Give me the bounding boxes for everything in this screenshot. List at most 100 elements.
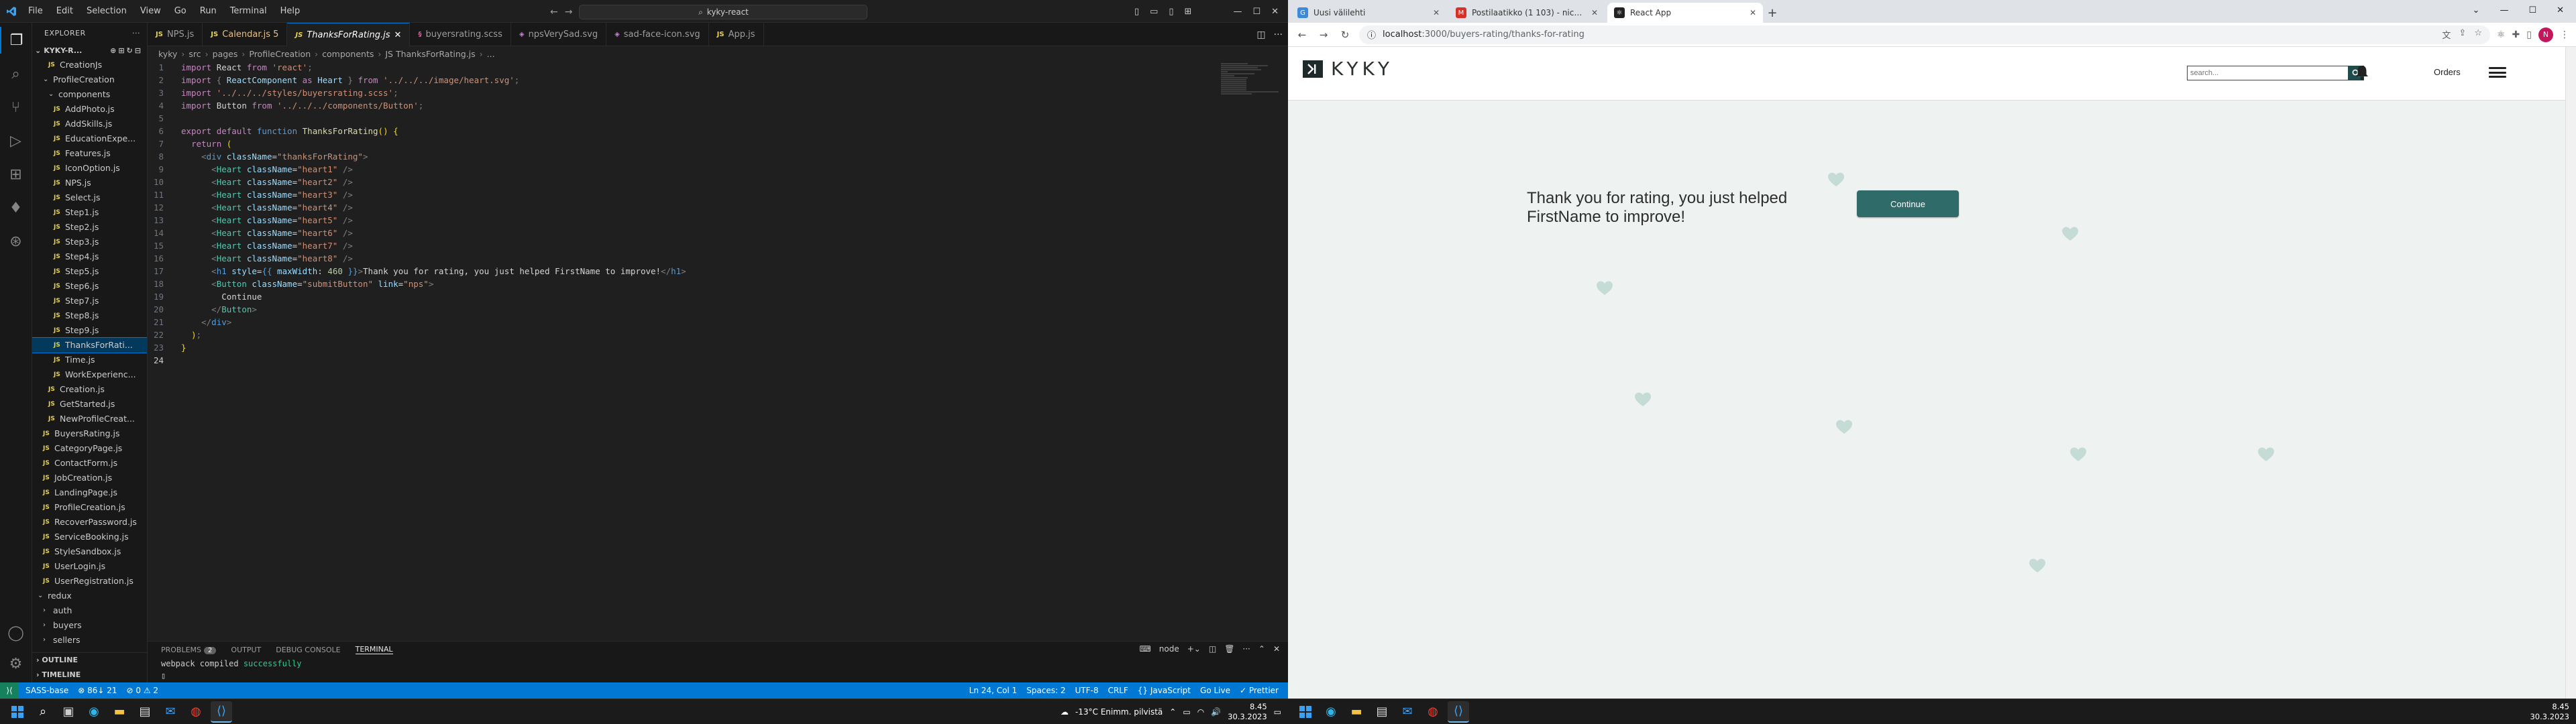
clock[interactable]: 8.45 30.3.2023 bbox=[1228, 702, 1267, 722]
nav-back-icon[interactable]: ← bbox=[550, 7, 558, 17]
close-tab-icon[interactable]: ✕ bbox=[1591, 8, 1598, 17]
minimize-icon[interactable]: — bbox=[2500, 5, 2508, 15]
tree-file[interactable]: JS BuyersRating.js bbox=[32, 426, 147, 441]
status-item[interactable]: CRLF bbox=[1108, 686, 1128, 695]
edge-icon[interactable]: ◉ bbox=[1320, 701, 1342, 723]
tree-file[interactable]: JS GetStarted.js bbox=[32, 397, 147, 412]
command-center[interactable]: ⌕ kyky-react bbox=[579, 5, 868, 19]
vscode-taskbar-icon[interactable]: ⟨⟩ bbox=[211, 701, 232, 723]
live-share-icon[interactable]: ⊛ bbox=[0, 228, 32, 255]
menu-item-view[interactable]: View bbox=[135, 0, 166, 23]
breadcrumb-item[interactable]: ProfileCreation bbox=[249, 49, 311, 59]
browser-tab[interactable]: M Postilaatikko (1 103) - nicholas.m... ✕ bbox=[1449, 3, 1605, 23]
bookmark-star-icon[interactable]: ☆ bbox=[2474, 28, 2482, 41]
tree-file[interactable]: JS Step7.js bbox=[32, 294, 147, 308]
code-editor[interactable]: 1 import React from 'react'; 2 import { Rea… bbox=[148, 61, 1288, 365]
source-control-icon[interactable]: ⑂ bbox=[0, 94, 32, 121]
kyky-logo[interactable]: KYKY bbox=[1303, 58, 1393, 80]
more-actions-icon[interactable]: ··· bbox=[132, 29, 140, 38]
menu-item-selection[interactable]: Selection bbox=[81, 0, 132, 23]
tab-search-icon[interactable]: ⌄ bbox=[2473, 5, 2480, 15]
editor-tab[interactable]: JS App.js bbox=[709, 23, 764, 46]
browser-tab[interactable]: G Uusi välilehti ✕ bbox=[1291, 3, 1446, 23]
tree-file[interactable]: JS NPS.js bbox=[32, 176, 147, 190]
nav-forward-icon[interactable]: → bbox=[565, 7, 573, 17]
wifi-icon[interactable]: ◠ bbox=[1197, 707, 1204, 717]
bell-icon[interactable] bbox=[2355, 64, 2369, 80]
minimap[interactable] bbox=[1221, 63, 1279, 102]
tree-file[interactable]: JS Select.js bbox=[32, 190, 147, 205]
tree-file[interactable]: JS Step9.js bbox=[32, 323, 147, 338]
breadcrumb-item[interactable]: JS ThanksForRating.js bbox=[385, 49, 475, 59]
status-item[interactable]: SASS-base bbox=[25, 686, 68, 695]
extensions-puzzle-icon[interactable]: ✚ bbox=[2512, 29, 2520, 40]
minimize-icon[interactable]: — bbox=[1233, 7, 1242, 17]
continue-button[interactable]: Continue bbox=[1857, 190, 1959, 217]
status-item[interactable]: UTF-8 bbox=[1075, 686, 1098, 695]
tree-file[interactable]: JS ThanksForRati... bbox=[32, 337, 147, 353]
status-item[interactable]: Go Live bbox=[1200, 686, 1230, 695]
tree-file[interactable]: JS RecoverPassword.js bbox=[32, 515, 147, 530]
search-input[interactable] bbox=[2187, 66, 2348, 80]
project-root[interactable]: ⌄ KYKY-R... ⊕⊞↻⊟ bbox=[32, 43, 147, 58]
side-panel-icon[interactable]: ▯ bbox=[2526, 29, 2532, 40]
menu-item-edit[interactable]: Edit bbox=[51, 0, 78, 23]
tree-file[interactable]: JS AddPhoto.js bbox=[32, 102, 147, 117]
tree-folder[interactable]: › auth bbox=[32, 603, 147, 618]
file-explorer-icon[interactable]: ▬ bbox=[109, 701, 130, 723]
menu-item-file[interactable]: File bbox=[23, 0, 48, 23]
search-icon[interactable]: ⌕ bbox=[32, 701, 54, 723]
tree-file[interactable]: JS WorkExperienc... bbox=[32, 367, 147, 382]
account-icon[interactable]: ◯ bbox=[0, 619, 32, 646]
editor-tab[interactable]: § buyersrating.scss bbox=[410, 23, 511, 46]
tree-file[interactable]: JS Step3.js bbox=[32, 235, 147, 249]
tree-file[interactable]: JS JobCreation.js bbox=[32, 471, 147, 485]
share-icon[interactable]: ⇪ bbox=[2459, 28, 2466, 41]
editor-tab[interactable]: JS Calendar.js 5 bbox=[203, 23, 288, 46]
close-tab-icon[interactable]: ✕ bbox=[1433, 8, 1440, 17]
tree-folder[interactable]: › sellers bbox=[32, 633, 147, 648]
status-item[interactable]: Ln 24, Col 1 bbox=[969, 686, 1018, 695]
windows-start-icon[interactable] bbox=[1295, 701, 1316, 723]
clock[interactable]: 8.45 30.3.2023 bbox=[2530, 702, 2569, 722]
tree-file[interactable]: JS Features.js bbox=[32, 146, 147, 161]
tree-folder[interactable]: ⌄ components bbox=[32, 87, 147, 102]
layout-panel-icon[interactable]: ▭ bbox=[1150, 7, 1158, 17]
tree-folder[interactable]: ⌄ redux bbox=[32, 589, 147, 603]
split-terminal-icon[interactable]: ◫ bbox=[1209, 644, 1216, 654]
browser-menu-icon[interactable]: ⋮ bbox=[2560, 29, 2569, 40]
more-actions-icon[interactable]: ··· bbox=[1274, 29, 1283, 40]
status-item[interactable]: ⊗ 86↓ 21 bbox=[78, 686, 117, 695]
maximize-icon[interactable]: ☐ bbox=[1252, 7, 1260, 17]
tree-file[interactable]: JS EducationExpe... bbox=[32, 131, 147, 146]
forward-icon[interactable]: → bbox=[1316, 27, 1331, 42]
store-icon[interactable]: ▤ bbox=[1371, 701, 1393, 723]
tree-file[interactable]: JS ProfileCreation.js bbox=[32, 500, 147, 515]
tree-file[interactable]: JS UserLogin.js bbox=[32, 559, 147, 574]
breadcrumb-item[interactable]: src bbox=[189, 49, 201, 59]
profile-avatar[interactable]: N bbox=[2538, 27, 2553, 42]
volume-icon[interactable]: 🔊 bbox=[1211, 707, 1221, 717]
terminal-output[interactable]: webpack compiled successfully ▯ bbox=[148, 658, 1288, 682]
new-tab-icon[interactable]: + bbox=[1763, 3, 1782, 23]
tree-file[interactable]: JS Step5.js bbox=[32, 264, 147, 279]
breadcrumb-item[interactable]: ... bbox=[487, 49, 495, 59]
editor-tab[interactable]: JS NPS.js bbox=[148, 23, 203, 46]
close-icon[interactable]: ✕ bbox=[2557, 5, 2564, 15]
tree-file[interactable]: JS CreationJs bbox=[32, 58, 147, 72]
panel-tab-output[interactable]: OUTPUT bbox=[231, 646, 261, 654]
panel-tab-problems[interactable]: PROBLEMS 2 bbox=[161, 646, 217, 654]
close-panel-icon[interactable]: ✕ bbox=[1273, 644, 1280, 654]
tree-file[interactable]: JS NewProfileCreat... bbox=[32, 412, 147, 426]
vscode-taskbar-icon[interactable]: ⟨⟩ bbox=[1448, 701, 1469, 723]
remote-icon[interactable]: ⟩⟨ bbox=[0, 682, 19, 699]
back-icon[interactable]: ← bbox=[1295, 27, 1309, 42]
tree-file[interactable]: JS Step8.js bbox=[32, 308, 147, 323]
more-actions-icon[interactable]: ··· bbox=[1242, 644, 1250, 654]
close-icon[interactable]: ✕ bbox=[394, 30, 402, 40]
close-icon[interactable]: ✕ bbox=[1271, 7, 1279, 17]
tree-file[interactable]: JS Time.js bbox=[32, 353, 147, 367]
tree-file[interactable]: JS UserRegistration.js bbox=[32, 574, 147, 589]
windows-start-icon[interactable] bbox=[7, 701, 28, 723]
maximize-panel-icon[interactable]: ⌃ bbox=[1258, 644, 1265, 654]
